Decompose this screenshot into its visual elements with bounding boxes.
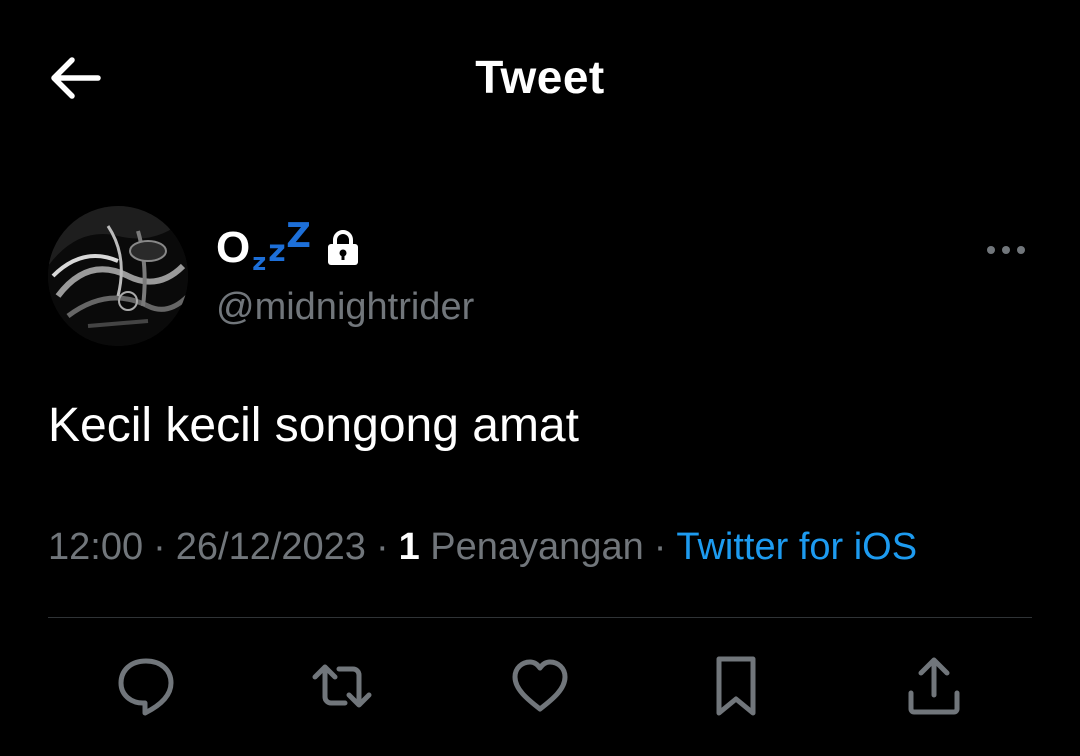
user-handle[interactable]: @midnightrider — [216, 286, 474, 329]
share-button[interactable] — [894, 648, 974, 728]
divider — [48, 617, 1032, 618]
retweet-icon — [309, 653, 375, 724]
sleeping-emoji-icon: z z Z — [252, 216, 311, 276]
tweet-time[interactable]: 12:00 — [48, 526, 143, 568]
tweet-date[interactable]: 26/12/2023 — [176, 526, 366, 568]
reply-icon — [113, 653, 179, 724]
tweet-text: Kecil kecil songong amat — [48, 399, 579, 452]
author-names: O z z Z @midnightrider — [216, 216, 474, 329]
avatar[interactable] — [48, 206, 188, 346]
bookmark-icon — [703, 653, 769, 724]
top-bar: Tweet — [0, 0, 1080, 160]
bookmark-button[interactable] — [696, 648, 776, 728]
more-horizontal-icon — [986, 243, 1026, 261]
like-button[interactable] — [500, 648, 580, 728]
tweet-source-link[interactable]: Twitter for iOS — [676, 526, 917, 568]
heart-icon — [507, 653, 573, 724]
display-name[interactable]: O — [216, 223, 250, 273]
page-title: Tweet — [475, 51, 605, 103]
tweet-meta: 12:00 · 26/12/2023 · 1 Penayangan · Twitter fo… — [48, 526, 918, 568]
action-bar — [0, 648, 1080, 738]
lock-icon — [326, 228, 362, 268]
retweet-button[interactable] — [302, 648, 382, 728]
reply-button[interactable] — [106, 648, 186, 728]
tweet-author: O z z Z @midnightrider — [48, 204, 1032, 346]
views-count: 1 — [398, 526, 420, 568]
views-label: Penayangan — [430, 526, 644, 568]
more-options-button[interactable] — [980, 234, 1032, 270]
share-icon — [901, 653, 967, 724]
